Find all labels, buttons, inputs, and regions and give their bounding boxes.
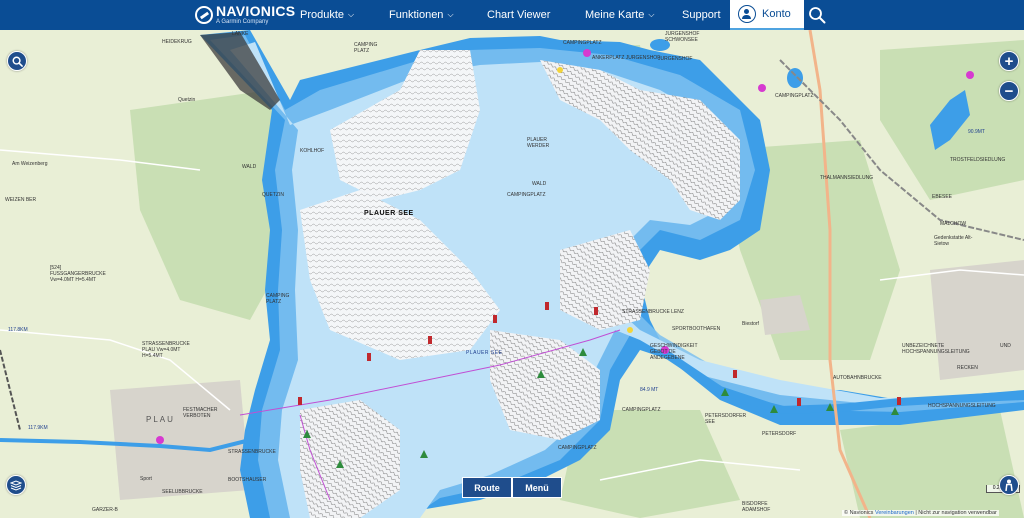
map-label-strassenbruecke-plau: STRASSENBRUCKE PLAU Vw=4.0MT H=5.4MT — [142, 341, 190, 359]
map-label-geschwindigkeit: GESCHWINDIGKEIT GEBOT DE ANDEGEBENE — [650, 343, 698, 361]
map-label-petersdorf: PETERSDORF — [762, 431, 797, 437]
map-label-distance-1: 117.8KM — [8, 327, 28, 333]
navionics-logo-icon — [195, 5, 213, 24]
map-label-plauer-werder: PLAUER WERDER — [527, 137, 550, 149]
map-label-thalmannsiedlung: THALMANNSIEDLUNG — [820, 175, 874, 181]
map-label-petersdorfer-see: PETERSDORFER SEE — [705, 413, 747, 425]
map-label-autobahnbruecke: AUTOBAHNBRUCKE — [833, 375, 882, 381]
person-button[interactable] — [999, 475, 1019, 495]
map-label-jurgenshof-schwonsee: JURGENSHOF SCHWONSEE — [665, 31, 700, 43]
nav-funktionen-label: Funktionen — [389, 9, 444, 21]
nav-meine-karte[interactable]: Meine Karte ⌵ — [585, 0, 654, 30]
map-label-jurgenshof: JURGENSHOF — [658, 56, 693, 62]
plus-icon: + — [1004, 52, 1014, 70]
map-label-campingplatz-south-2: CAMPINGPLATZ — [558, 445, 597, 451]
chevron-down-icon: ⌵ — [348, 10, 355, 19]
map-label-fussgaengerbruecke: [524] FUSSGANGERBRUCKE Vw=4.0MT H=5.4MT — [50, 265, 106, 283]
map-label-camping-2: CAMPINGPLATZ — [507, 192, 546, 198]
route-button[interactable]: Route — [462, 477, 512, 498]
map-search-button[interactable] — [7, 51, 27, 71]
map-label-heidekrug: HEIDEKRUG — [162, 39, 192, 45]
navionics-logo[interactable]: NAVIONICS A Garmin Company — [195, 4, 295, 25]
map-label-camping-top: CAMPINGPLATZ — [563, 40, 602, 46]
zoom-out-button[interactable]: − — [999, 81, 1019, 101]
map-label-ankerplatz: ANKERPLATZ JURGENSHOF — [592, 55, 661, 61]
zoom-in-button[interactable]: + — [999, 51, 1019, 71]
map-label-camping-left: CAMPING PLATZ — [266, 293, 290, 305]
nav-chart-viewer[interactable]: Chart Viewer — [487, 0, 550, 30]
map-label-kohlhof: KOHLHOF — [300, 148, 325, 154]
map-label-quetzin: Quetzin — [178, 97, 196, 103]
attribution-copyright: © Navionics — [844, 510, 874, 516]
map-label-weizen-ber: WEIZEN BER — [5, 197, 37, 203]
nav-funktionen[interactable]: Funktionen ⌵ — [389, 0, 454, 30]
map-label-quetzin-2: QUETZIN — [262, 192, 284, 198]
nav-support[interactable]: Support — [682, 0, 721, 30]
layers-icon — [10, 480, 22, 491]
terms-link[interactable]: Vereinbarungen — [875, 510, 914, 516]
map-attribution: © Navionics Vereinbarungen | Nicht zur n… — [842, 510, 999, 516]
brand-subtitle: A Garmin Company — [216, 19, 269, 25]
menu-button[interactable]: Menü — [512, 477, 562, 498]
user-icon — [738, 5, 756, 23]
map-label-distance-2: 117.9KM — [28, 425, 48, 431]
map-label-gedenkstaette: Gedenkstatte Alt-Sietow — [934, 235, 973, 247]
top-navigation-bar: NAVIONICS A Garmin Company Produkte ⌵ Fun… — [0, 0, 1024, 30]
account-label: Konto — [762, 8, 791, 20]
nav-support-label: Support — [682, 9, 721, 21]
map-label-am-weizenberg: Am Weizenberg — [12, 161, 48, 167]
map-label-strassenbruecke-lenz: STRASSENBRUCKE LENZ — [622, 309, 684, 315]
nav-chart-viewer-label: Chart Viewer — [487, 9, 551, 21]
map-label-sport: Sport — [140, 476, 152, 482]
minus-icon: − — [1004, 82, 1014, 100]
map-label-depth-90: 90.9MT — [968, 129, 985, 135]
chevron-down-icon: ⌵ — [648, 10, 655, 19]
map-label-depth-84: 84.9 MT — [640, 387, 659, 393]
lake-name-label-south: PLAUER SEE — [466, 350, 503, 356]
map-label-wald: WALD — [242, 164, 257, 170]
navigation-disclaimer: | Nicht zur navigation verwendbar — [915, 510, 997, 516]
account-button[interactable]: Konto — [730, 0, 804, 30]
map-label-seelubbruecke: SEELUBBRUCKE — [162, 489, 203, 495]
map-label-campingplatz-south: CAMPINGPLATZ — [622, 407, 661, 413]
nav-meine-karte-label: Meine Karte — [585, 9, 645, 21]
map-label-ebesee: EBESEE — [932, 194, 953, 200]
layers-button[interactable] — [6, 475, 26, 495]
search-icon[interactable] — [808, 6, 826, 24]
nautical-chart-map[interactable]: PLAUER SEE PLAUER SEE HEIDEKRUG LANKE Qu… — [0, 30, 1024, 518]
map-label-garzer: GARZER-B — [92, 507, 118, 513]
map-label-trostfeldsiedlung: TROSTFELDSIEDLUNG — [950, 157, 1006, 163]
chart-canvas — [0, 30, 1024, 518]
map-label-bootshaeuser: BOOTSHAUSER — [228, 477, 267, 483]
map-label-festmacher: FESTMACHER VERBOTEN — [183, 407, 218, 419]
map-label-wald-2: WALD — [532, 181, 547, 187]
map-label-lanke: LANKE — [232, 31, 249, 37]
map-label-strassenbruecke-south: STRASSENBRUCKE — [228, 449, 276, 455]
map-label-recken: RECKEN — [957, 365, 978, 371]
brand-name: NAVIONICS — [216, 3, 296, 19]
map-label-biestorf: Biestorf — [742, 321, 759, 327]
search-icon — [11, 55, 23, 67]
map-label-plau: PLAU — [146, 415, 175, 424]
map-label-und: UND — [1000, 343, 1011, 349]
route-menu-bar: Route Menü — [462, 477, 562, 498]
map-label-camping-1: CAMPING PLATZ — [354, 42, 378, 54]
nav-produkte-label: Produkte — [300, 9, 345, 21]
map-label-unbezeichnete-hochspannung: UNBEZEICHNETE HOCHSPANNUNGSLEITUNG — [902, 343, 970, 355]
lake-name-label: PLAUER SEE — [364, 210, 414, 217]
map-label-bisdorfe: BISDORFE ADAMSHOF — [742, 501, 771, 513]
map-label-hochspannungsleitung: HOCHSPANNUNGSLEITUNG — [928, 403, 996, 409]
map-label-camping-right: CAMPINGPLATZ — [775, 93, 814, 99]
map-label-sportboothafen: SPORTBOOTHAFEN — [672, 326, 721, 332]
map-label-malchow: MALCHOW — [940, 221, 967, 227]
nav-produkte[interactable]: Produkte ⌵ — [300, 0, 354, 30]
person-icon — [1005, 479, 1013, 491]
chevron-down-icon: ⌵ — [447, 10, 454, 19]
